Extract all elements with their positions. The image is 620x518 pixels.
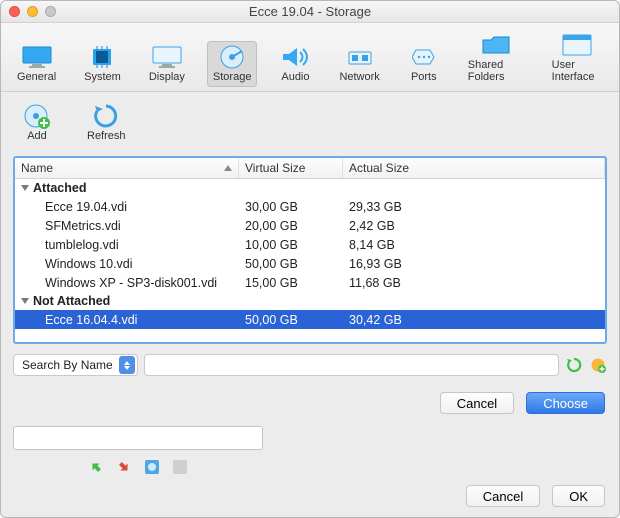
- cancel-button[interactable]: Cancel: [440, 392, 514, 414]
- cell-name: Windows XP - SP3-disk001.vdi: [15, 275, 239, 291]
- cell-name: Ecce 16.04.4.vdi: [15, 312, 239, 328]
- group-label: Not Attached: [33, 294, 110, 308]
- table-row[interactable]: Windows 10.vdi50,00 GB16,93 GB: [15, 254, 605, 273]
- footer-cancel-button[interactable]: Cancel: [466, 485, 540, 507]
- titlebar: Ecce 19.04 - Storage: [1, 1, 619, 23]
- table-row[interactable]: Ecce 16.04.4.vdi50,00 GB30,42 GB: [15, 310, 605, 329]
- display-icon: [151, 45, 183, 69]
- zoom-icon[interactable]: [45, 6, 56, 17]
- cell-name: SFMetrics.vdi: [15, 218, 239, 234]
- cell-actual-size: 29,33 GB: [343, 199, 605, 215]
- table-group[interactable]: Not Attached: [15, 292, 605, 310]
- attachment-actions: [13, 458, 263, 476]
- choose-button[interactable]: Choose: [526, 392, 605, 414]
- tab-ports[interactable]: Ports: [402, 41, 446, 87]
- cell-actual-size: 2,42 GB: [343, 218, 605, 234]
- cell-actual-size: 11,68 GB: [343, 275, 605, 291]
- cell-virtual-size: 50,00 GB: [239, 312, 343, 328]
- minimize-icon[interactable]: [27, 6, 38, 17]
- disclosure-icon: [21, 298, 29, 304]
- cell-virtual-size: 20,00 GB: [239, 218, 343, 234]
- settings-window: { "title": "Ecce 19.04 - Storage", "tabs…: [0, 0, 620, 518]
- search-add-button[interactable]: [589, 356, 607, 374]
- table-body[interactable]: AttachedEcce 19.04.vdi30,00 GB29,33 GBSF…: [15, 179, 605, 329]
- chooser-buttons: Cancel Choose: [1, 392, 605, 414]
- attachment-field[interactable]: [13, 426, 263, 450]
- table-row[interactable]: Windows XP - SP3-disk001.vdi15,00 GB11,6…: [15, 273, 605, 292]
- table-row[interactable]: tumblelog.vdi10,00 GB8,14 GB: [15, 235, 605, 254]
- settings-tabs: General System Display Storage Audio: [1, 23, 619, 92]
- cell-name: Ecce 19.04.vdi: [15, 199, 239, 215]
- cell-actual-size: 16,93 GB: [343, 256, 605, 272]
- tab-audio[interactable]: Audio: [273, 41, 317, 87]
- tab-system[interactable]: System: [78, 41, 127, 87]
- close-icon[interactable]: [9, 6, 20, 17]
- window-icon: [561, 33, 593, 57]
- stepper-icon: [119, 356, 135, 374]
- footer-ok-button[interactable]: OK: [552, 485, 605, 507]
- window-footer-buttons: Cancel OK: [466, 485, 605, 507]
- cell-name: tumblelog.vdi: [15, 237, 239, 253]
- window-controls: [9, 6, 56, 17]
- tab-general[interactable]: General: [11, 41, 62, 87]
- disclosure-icon: [21, 185, 29, 191]
- attach-disabled-icon: [171, 458, 189, 476]
- refresh-icon: [90, 104, 122, 128]
- attach-add-icon[interactable]: [87, 458, 105, 476]
- search-refresh-button[interactable]: [565, 356, 583, 374]
- monitor-icon: [21, 45, 53, 69]
- disk-list: Name Virtual Size Actual Size Attached Ec…: [13, 156, 607, 344]
- tab-display[interactable]: Display: [143, 41, 191, 87]
- tab-user-interface[interactable]: User Interface: [546, 29, 609, 87]
- disk-icon: [216, 45, 248, 69]
- table-row[interactable]: Ecce 19.04.vdi30,00 GB29,33 GB: [15, 197, 605, 216]
- col-actual-size[interactable]: Actual Size: [343, 158, 605, 178]
- group-label: Attached: [33, 181, 86, 195]
- attachment-pane: [13, 426, 263, 476]
- search-mode-select[interactable]: Search By Name: [13, 354, 138, 376]
- search-input[interactable]: [144, 354, 559, 376]
- speaker-icon: [279, 45, 311, 69]
- cell-virtual-size: 50,00 GB: [239, 256, 343, 272]
- refresh-button[interactable]: Refresh: [81, 100, 132, 146]
- col-virtual-size[interactable]: Virtual Size: [239, 158, 343, 178]
- cell-virtual-size: 10,00 GB: [239, 237, 343, 253]
- cell-virtual-size: 30,00 GB: [239, 199, 343, 215]
- folder-icon: [480, 33, 512, 57]
- cell-actual-size: 8,14 GB: [343, 237, 605, 253]
- chip-icon: [86, 45, 118, 69]
- cell-name: Windows 10.vdi: [15, 256, 239, 272]
- tab-storage[interactable]: Storage: [207, 41, 258, 87]
- add-button[interactable]: Add: [15, 100, 59, 146]
- ports-icon: [408, 45, 440, 69]
- table-row[interactable]: SFMetrics.vdi20,00 GB2,42 GB: [15, 216, 605, 235]
- tab-network[interactable]: Network: [333, 41, 385, 87]
- network-icon: [344, 45, 376, 69]
- cell-virtual-size: 15,00 GB: [239, 275, 343, 291]
- col-name[interactable]: Name: [15, 158, 239, 178]
- attach-disk-icon[interactable]: [143, 458, 161, 476]
- window-title: Ecce 19.04 - Storage: [249, 4, 371, 19]
- tab-shared-folders[interactable]: Shared Folders: [462, 29, 530, 87]
- attach-remove-icon[interactable]: [115, 458, 133, 476]
- storage-actions: Add Refresh: [1, 92, 619, 156]
- table-group[interactable]: Attached: [15, 179, 605, 197]
- table-header: Name Virtual Size Actual Size: [15, 158, 605, 179]
- add-disk-icon: [21, 104, 53, 128]
- cell-actual-size: 30,42 GB: [343, 312, 605, 328]
- search-bar: Search By Name: [13, 354, 607, 376]
- sort-asc-icon: [224, 165, 232, 171]
